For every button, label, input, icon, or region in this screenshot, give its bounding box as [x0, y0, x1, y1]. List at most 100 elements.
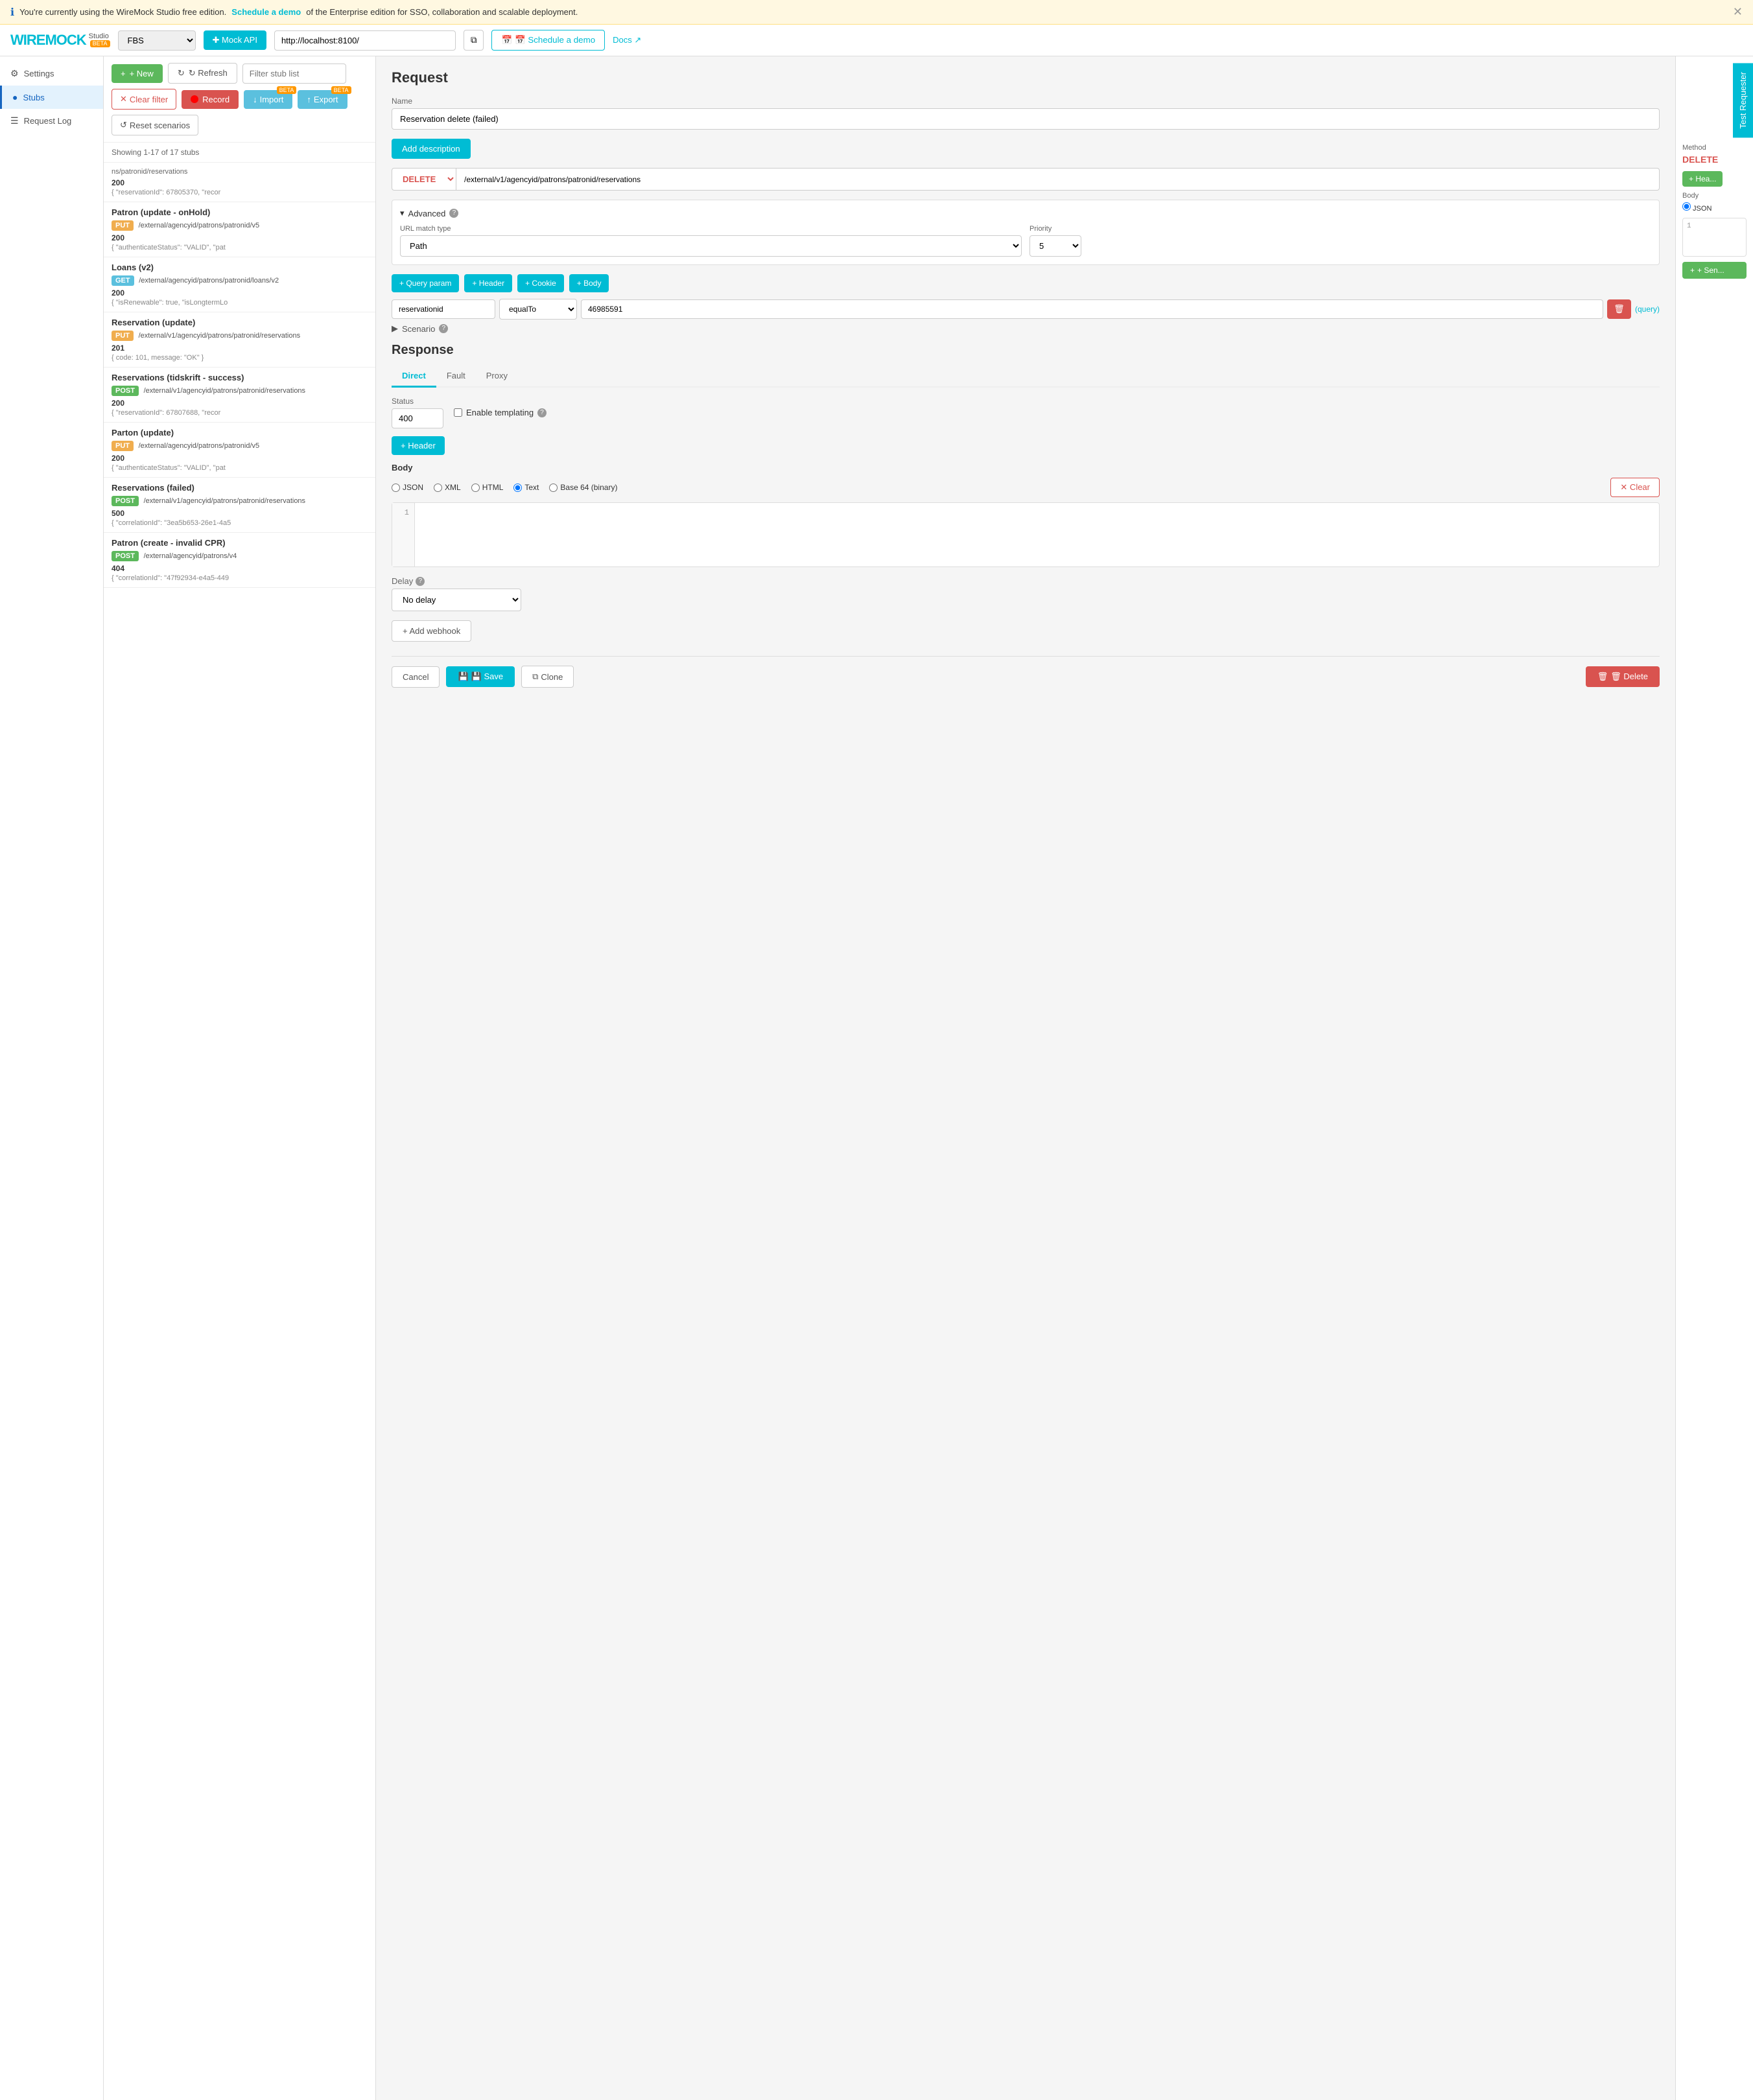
- schedule-demo-button[interactable]: 📅 📅 Schedule a demo: [491, 30, 605, 51]
- add-header-button[interactable]: + Header: [464, 274, 512, 292]
- param-value-input[interactable]: [581, 299, 1603, 319]
- param-operator-select[interactable]: equalTo matches contains: [499, 299, 577, 320]
- name-input[interactable]: [392, 108, 1660, 130]
- list-item[interactable]: Patron (create - invalid CPR) POST /exte…: [104, 533, 375, 588]
- refresh-icon: ↻: [178, 68, 185, 78]
- export-icon: ↑: [307, 95, 311, 104]
- sidebar-item-stubs[interactable]: ● Stubs: [0, 86, 103, 109]
- method-selector[interactable]: DELETE GET POST PUT: [392, 168, 456, 191]
- project-selector[interactable]: FBS: [118, 30, 196, 51]
- toolbar: + + New ↻ ↻ Refresh ✕ Clear filter Recor…: [104, 56, 375, 143]
- body-type-xml[interactable]: XML: [434, 483, 461, 492]
- filter-input[interactable]: [242, 64, 346, 84]
- body-type-xml-radio[interactable]: [434, 484, 442, 492]
- code-area[interactable]: [415, 503, 1659, 566]
- banner-link[interactable]: Schedule a demo: [231, 7, 301, 17]
- scenario-help-icon[interactable]: ?: [439, 324, 448, 333]
- delay-label-text: Delay: [392, 576, 413, 586]
- delay-help-icon[interactable]: ?: [416, 577, 425, 586]
- url-pattern-input[interactable]: [456, 168, 1660, 191]
- scenario-row[interactable]: ▶ Scenario ?: [392, 323, 1660, 334]
- stub-method-badge: POST: [112, 551, 139, 561]
- name-label: Name: [392, 97, 1660, 106]
- advanced-toggle[interactable]: ▾ Advanced ?: [400, 208, 1651, 218]
- chevron-right-icon: ▶: [392, 323, 398, 334]
- stub-body-preview: { "isRenewable": true, "isLongtermLo: [112, 299, 368, 307]
- stub-body-preview: { "reservationId": 67807688, "recor: [112, 409, 368, 417]
- right-send-button[interactable]: + + Sen...: [1682, 262, 1747, 279]
- import-beta-badge: BETA: [277, 86, 297, 94]
- save-button[interactable]: 💾 💾 Save: [446, 666, 515, 687]
- tab-proxy[interactable]: Proxy: [476, 366, 518, 388]
- enable-templating-checkbox[interactable]: [454, 408, 462, 417]
- delete-button[interactable]: 🗑 🗑 Delete: [1586, 666, 1660, 687]
- request-title: Request: [392, 69, 1660, 86]
- clone-icon: ⧉: [532, 671, 538, 682]
- sidebar-item-request-log[interactable]: ☰ Request Log: [0, 109, 103, 133]
- advanced-help-icon[interactable]: ?: [449, 209, 458, 218]
- body-type-row: JSON XML HTML Text Base 64 (binary): [392, 478, 1660, 497]
- header: WIREMOCK Studio BETA FBS ✚ Mock API ⧉ 📅 …: [0, 25, 1753, 56]
- stub-title: Patron (create - invalid CPR): [112, 538, 368, 548]
- refresh-button[interactable]: ↻ ↻ Refresh: [168, 63, 237, 84]
- import-button[interactable]: BETA ↓ Import: [244, 90, 292, 109]
- add-webhook-button[interactable]: + Add webhook: [392, 620, 471, 642]
- url-match-select[interactable]: Path Exact Pattern: [400, 235, 1022, 257]
- body-type-base64-radio[interactable]: [549, 484, 558, 492]
- close-banner-button[interactable]: ✕: [1733, 5, 1743, 19]
- add-query-param-button[interactable]: + Query param: [392, 274, 459, 292]
- list-item[interactable]: Patron (update - onHold) PUT /external/a…: [104, 202, 375, 257]
- list-item[interactable]: Reservations (tidskrift - success) POST …: [104, 368, 375, 423]
- list-item[interactable]: Reservations (failed) POST /external/v1/…: [104, 478, 375, 533]
- url-input[interactable]: [274, 30, 456, 51]
- status-input[interactable]: [392, 408, 443, 428]
- copy-url-button[interactable]: ⧉: [464, 30, 484, 51]
- stub-title: Loans (v2): [112, 262, 368, 272]
- add-body-button[interactable]: + Body: [569, 274, 609, 292]
- export-button[interactable]: BETA ↑ Export: [298, 90, 347, 109]
- reset-scenarios-button[interactable]: ↺ Reset scenarios: [112, 115, 198, 135]
- mock-api-button[interactable]: ✚ Mock API: [204, 30, 266, 50]
- clear-body-button[interactable]: ✕ Clear: [1610, 478, 1660, 497]
- right-code-area[interactable]: 1: [1682, 218, 1747, 257]
- sidebar-item-settings[interactable]: ⚙ Settings: [0, 62, 103, 86]
- clear-filter-button[interactable]: ✕ Clear filter: [112, 89, 176, 110]
- list-item[interactable]: ns/patronid/reservations 200 { "reservat…: [104, 163, 375, 202]
- new-button[interactable]: + + New: [112, 64, 163, 83]
- body-type-json-radio[interactable]: [392, 484, 400, 492]
- record-button[interactable]: Record: [182, 90, 239, 109]
- tab-direct[interactable]: Direct: [392, 366, 436, 388]
- add-description-button[interactable]: Add description: [392, 139, 471, 159]
- status-label: Status: [392, 397, 443, 406]
- param-name-input[interactable]: [392, 299, 495, 319]
- body-type-text[interactable]: Text: [513, 483, 539, 492]
- right-json-option[interactable]: JSON: [1682, 202, 1747, 213]
- body-type-json[interactable]: JSON: [392, 483, 423, 492]
- add-cookie-button[interactable]: + Cookie: [517, 274, 564, 292]
- delete-param-button[interactable]: 🗑: [1607, 299, 1631, 319]
- cancel-button[interactable]: Cancel: [392, 666, 440, 688]
- right-add-header-button[interactable]: + Hea...: [1682, 171, 1723, 187]
- body-type-html[interactable]: HTML: [471, 483, 504, 492]
- docs-button[interactable]: Docs ↗: [613, 35, 641, 45]
- clone-button[interactable]: ⧉ Clone: [521, 666, 574, 688]
- stub-endpoint: /external/v1/agencyid/patrons/patronid/r…: [139, 332, 300, 340]
- priority-select[interactable]: 5 1 2 3: [1029, 235, 1081, 257]
- list-item[interactable]: Loans (v2) GET /external/agencyid/patron…: [104, 257, 375, 312]
- url-match-label: URL match type: [400, 225, 1022, 233]
- stub-method-badge: POST: [112, 386, 139, 396]
- body-type-html-radio[interactable]: [471, 484, 480, 492]
- list-item[interactable]: Reservation (update) PUT /external/v1/ag…: [104, 312, 375, 368]
- add-response-header-button[interactable]: + Header: [392, 436, 445, 455]
- body-type-text-radio[interactable]: [513, 484, 522, 492]
- test-requester-tab[interactable]: Test Requester: [1733, 63, 1753, 137]
- list-item[interactable]: Parton (update) PUT /external/agencyid/p…: [104, 423, 375, 478]
- templating-help-icon[interactable]: ?: [537, 408, 547, 417]
- response-section: Response Direct Fault Proxy Status Enabl…: [392, 343, 1660, 697]
- right-method-label: Method: [1682, 144, 1747, 152]
- action-bar: Cancel 💾 💾 Save ⧉ Clone 🗑 🗑 Delete: [392, 656, 1660, 697]
- delay-select[interactable]: No delay Fixed Random: [392, 589, 521, 611]
- advanced-section: ▾ Advanced ? URL match type Path Exact P…: [392, 200, 1660, 265]
- body-type-base64[interactable]: Base 64 (binary): [549, 483, 617, 492]
- tab-fault[interactable]: Fault: [436, 366, 476, 388]
